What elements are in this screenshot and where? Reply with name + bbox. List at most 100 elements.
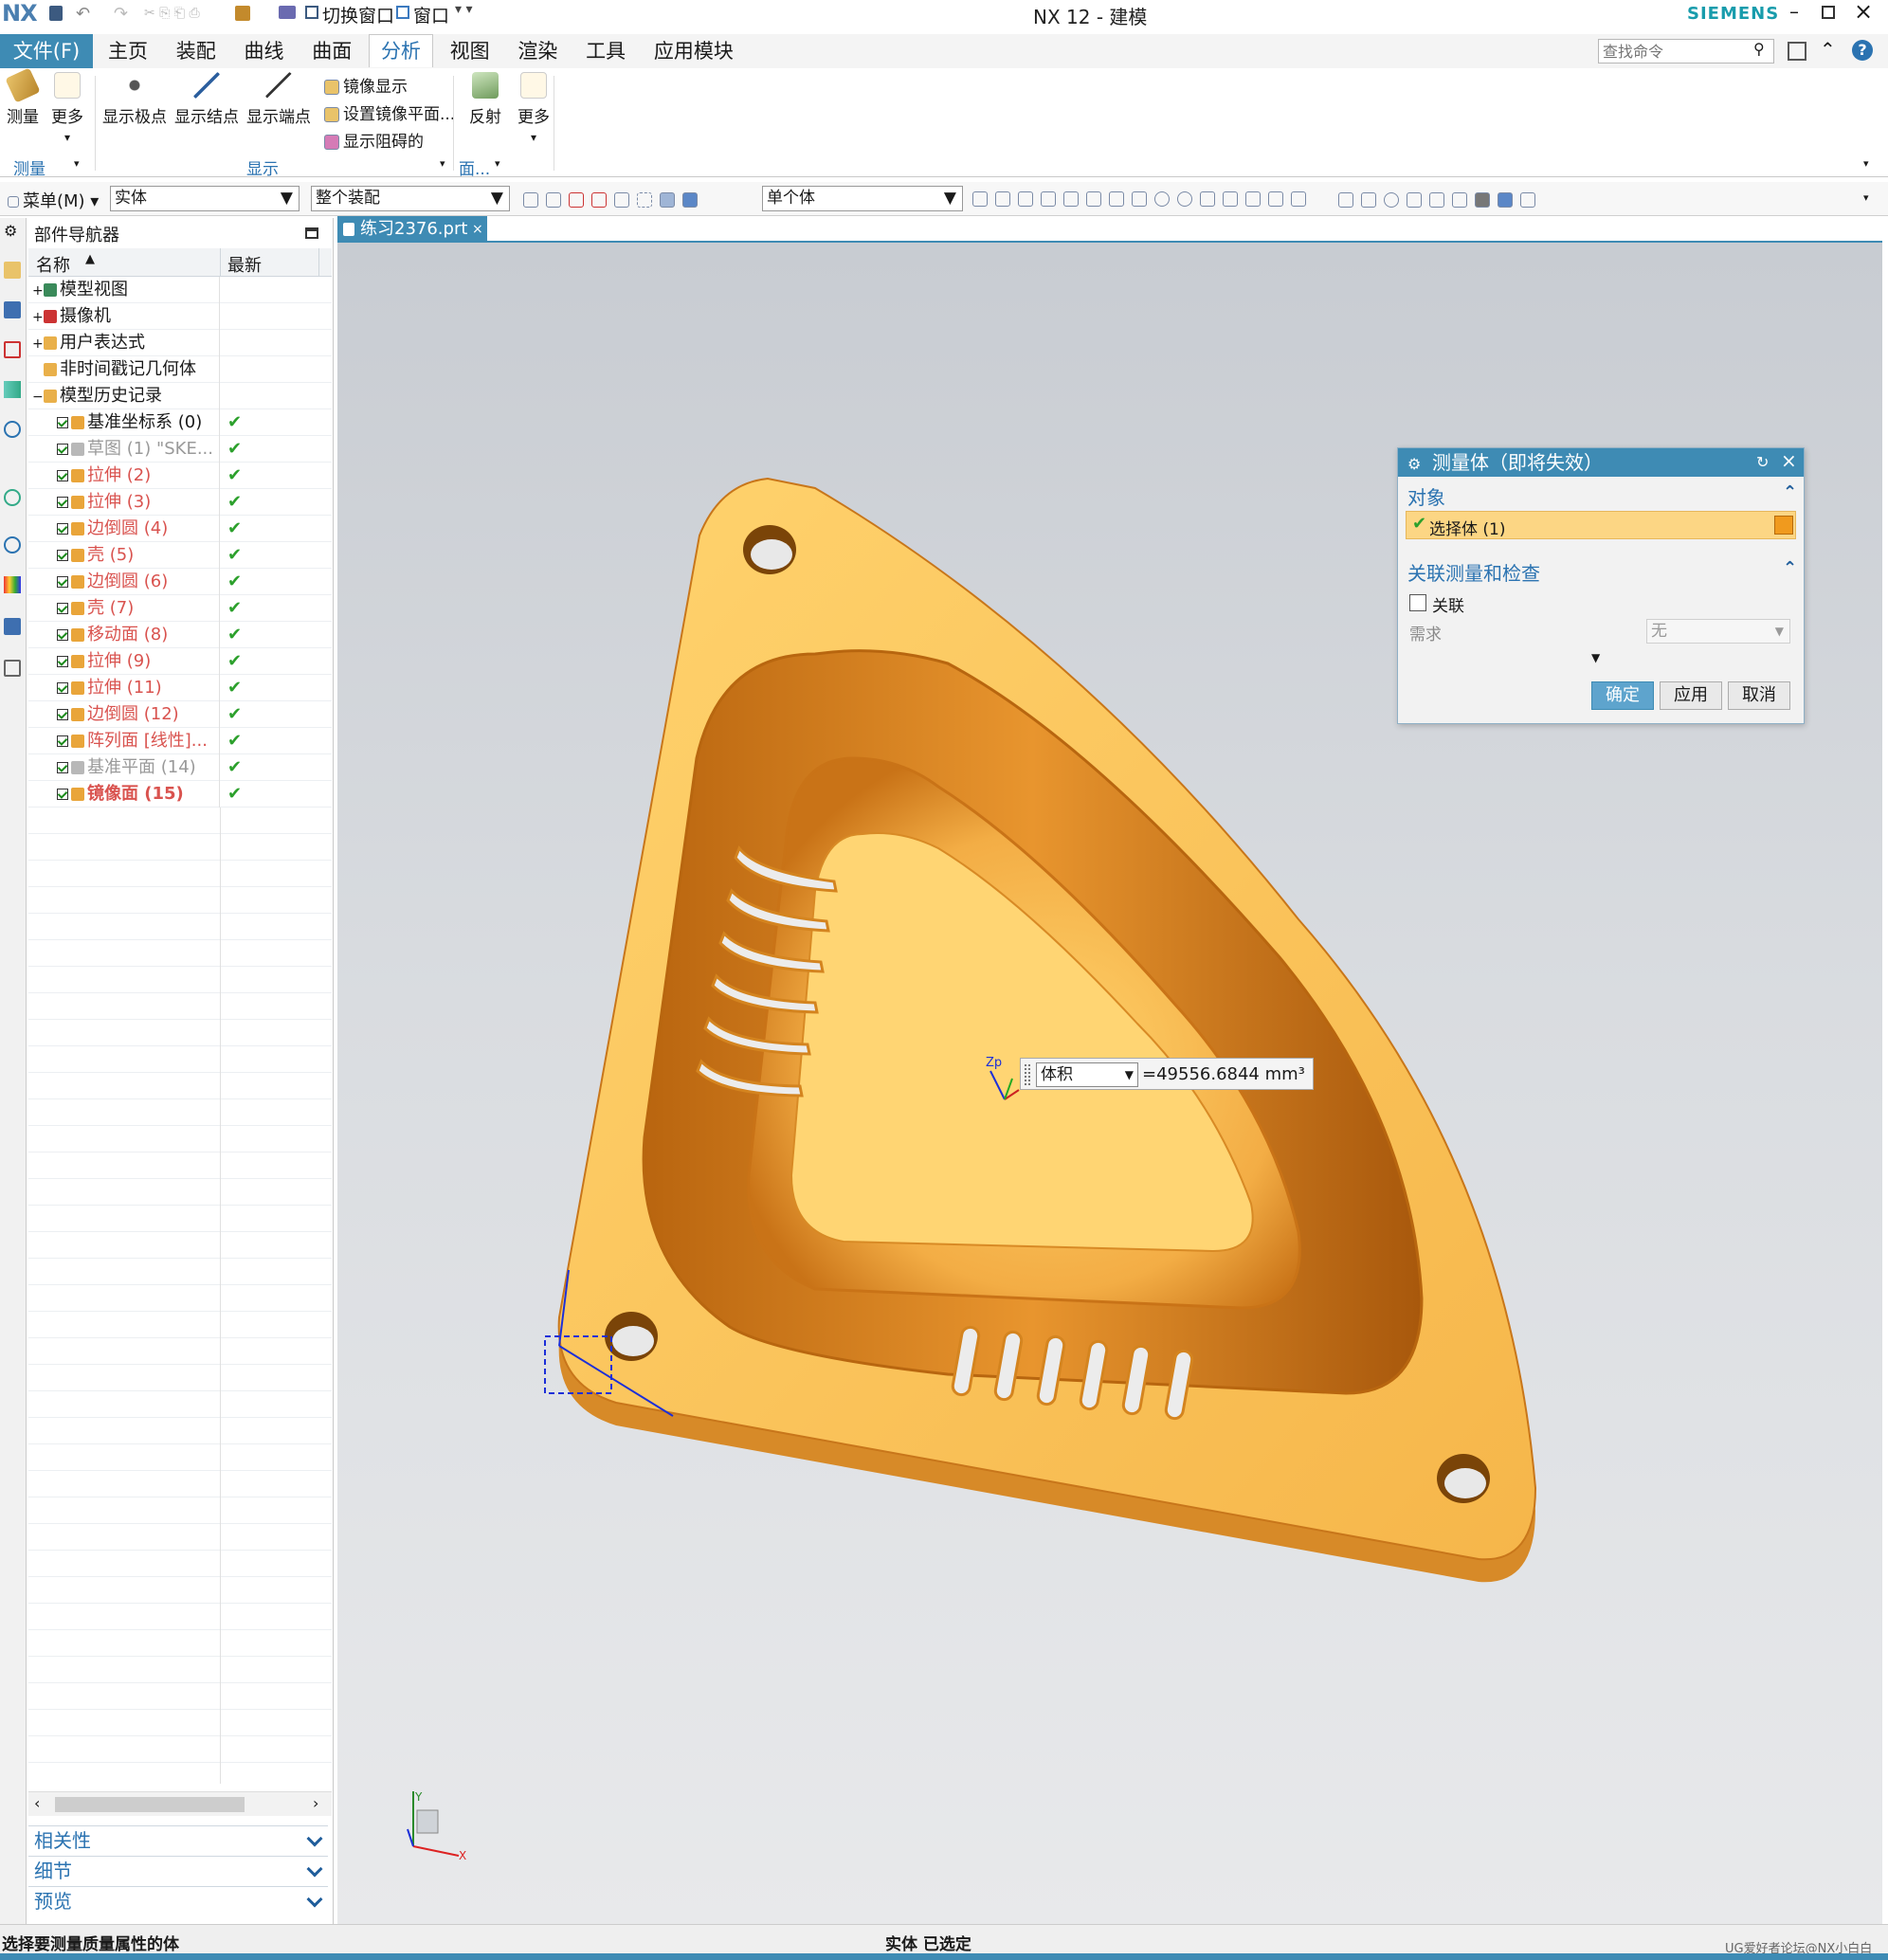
visibility-checkbox[interactable]: [57, 603, 68, 614]
cube-icon[interactable]: [660, 192, 675, 208]
view-icon[interactable]: [1429, 192, 1444, 208]
circle-snap-icon[interactable]: [1177, 191, 1192, 207]
drag-handle-icon[interactable]: [1025, 1064, 1030, 1085]
assembly-navigator-icon[interactable]: [4, 301, 21, 318]
print-icon[interactable]: [235, 6, 250, 21]
scrollbar-thumb[interactable]: [55, 1797, 245, 1812]
snap-icon[interactable]: [1245, 191, 1261, 207]
roles-icon[interactable]: [4, 618, 21, 635]
file-menu-button[interactable]: 文件(F): [0, 34, 93, 68]
snap-icon[interactable]: [1291, 191, 1306, 207]
assoc-checkbox[interactable]: [1409, 594, 1426, 611]
save-icon[interactable]: [49, 6, 63, 21]
tree-row[interactable]: + 模型视图: [28, 277, 332, 303]
chevron-down-icon[interactable]: ▾ ▾: [455, 2, 473, 17]
filter-icon[interactable]: [523, 192, 538, 208]
more-options-icon[interactable]: ▼: [1591, 651, 1600, 664]
gear-icon[interactable]: ⚙: [1407, 450, 1421, 479]
view-icon[interactable]: [1407, 192, 1422, 208]
snap-icon[interactable]: [1109, 191, 1124, 207]
tree-row[interactable]: 基准坐标系 (0) ✔: [28, 409, 332, 436]
set-mirror-plane-button[interactable]: 设置镜像平面...: [320, 101, 455, 129]
rotate-icon[interactable]: [1384, 192, 1399, 208]
tree-row[interactable]: 拉伸 (3) ✔: [28, 489, 332, 516]
visibility-checkbox[interactable]: [57, 550, 68, 561]
column-name[interactable]: 名称: [36, 252, 70, 277]
history-icon[interactable]: [4, 489, 21, 506]
group-expand-icon[interactable]: ▾: [495, 157, 500, 170]
show-knots-button[interactable]: 显示结点: [172, 72, 241, 127]
visibility-checkbox[interactable]: [57, 735, 68, 747]
help-icon[interactable]: ?: [1852, 40, 1873, 61]
snap-icon[interactable]: [1268, 191, 1283, 207]
cancel-button[interactable]: 取消: [1728, 681, 1790, 710]
snap-icon[interactable]: [1018, 191, 1033, 207]
filter-icon[interactable]: [546, 192, 561, 208]
visibility-checkbox[interactable]: [57, 523, 68, 535]
measure-button[interactable]: 测量: [4, 67, 42, 127]
tab-render[interactable]: 渲染: [506, 35, 569, 67]
show-poles-button[interactable]: 显示极点: [100, 72, 169, 127]
box-select-icon[interactable]: [637, 192, 652, 208]
palette-icon[interactable]: [4, 576, 21, 593]
tab-home[interactable]: 主页: [97, 35, 159, 67]
tree-row[interactable]: 移动面 (8) ✔: [28, 622, 332, 648]
visibility-checkbox[interactable]: [57, 470, 68, 481]
scroll-right-icon[interactable]: ›: [313, 1794, 318, 1812]
reset-icon[interactable]: ↻: [1756, 448, 1769, 477]
type-filter-select[interactable]: 实体 ▼: [110, 186, 300, 211]
cube-icon[interactable]: [1774, 516, 1793, 535]
touch-mode-icon[interactable]: [279, 6, 296, 19]
solid-icon[interactable]: [682, 192, 698, 208]
visibility-checkbox[interactable]: [57, 576, 68, 588]
ribbon-options-icon[interactable]: ▾: [1863, 157, 1869, 170]
visibility-checkbox[interactable]: [57, 497, 68, 508]
dialog-title-bar[interactable]: ⚙ 测量体（即将失效） ↻ ×: [1398, 448, 1804, 477]
graphics-window[interactable]: Zp Y X 体积 ▼ =49556.6844 mm³ ⚙ 测量体（即将失效） …: [337, 243, 1882, 1924]
more-face-button[interactable]: 更多 ▾: [512, 72, 555, 146]
show-blocked-button[interactable]: 显示阻碍的: [320, 129, 455, 156]
measure-type-select[interactable]: 体积 ▼: [1036, 1062, 1138, 1087]
reflection-button[interactable]: 反射: [461, 72, 510, 127]
group-expand-icon[interactable]: ▾: [74, 157, 80, 170]
mirror-display-button[interactable]: 镜像显示: [320, 74, 455, 101]
clock-icon[interactable]: [4, 536, 21, 554]
scroll-left-icon[interactable]: ‹: [34, 1794, 40, 1812]
tree-row[interactable]: 拉伸 (2) ✔: [28, 463, 332, 489]
close-icon[interactable]: ×: [1854, 0, 1873, 25]
toolbar-options-icon[interactable]: ▾: [1863, 191, 1869, 204]
tab-analysis[interactable]: 分析: [368, 34, 433, 67]
menu-button[interactable]: 菜单(M) ▾: [4, 188, 99, 212]
tree-row[interactable]: 基准平面 (14) ✔: [28, 754, 332, 781]
search-icon[interactable]: ⚲: [1753, 40, 1765, 58]
close-icon[interactable]: ×: [1781, 446, 1797, 475]
tree-row[interactable]: − 模型历史记录: [28, 383, 332, 409]
visibility-checkbox[interactable]: [57, 762, 68, 773]
show-ends-button[interactable]: 显示端点: [245, 72, 313, 127]
preview-panel[interactable]: 预览: [28, 1886, 328, 1915]
expand-toggle-icon[interactable]: +: [32, 331, 44, 356]
view-icon[interactable]: [1452, 192, 1467, 208]
snap-icon[interactable]: [1041, 191, 1056, 207]
cube-icon[interactable]: [1498, 192, 1513, 208]
tree-row[interactable]: 壳 (7) ✔: [28, 595, 332, 622]
apply-button[interactable]: 应用: [1660, 681, 1722, 710]
column-latest[interactable]: 最新: [227, 252, 262, 277]
tree-row[interactable]: 拉伸 (9) ✔: [28, 648, 332, 675]
collapse-section-icon[interactable]: ⌃: [1783, 482, 1797, 502]
tab-applications[interactable]: 应用模块: [643, 35, 745, 67]
scope-filter-select[interactable]: 整个装配 ▼: [311, 186, 510, 211]
full-screen-icon[interactable]: [1788, 42, 1806, 61]
visibility-checkbox[interactable]: [57, 682, 68, 694]
render-style-icon[interactable]: [1475, 192, 1490, 208]
reuse-library-icon[interactable]: [4, 381, 21, 398]
system-materials-icon[interactable]: [4, 660, 21, 677]
tree-row[interactable]: 镜像面 (15) ✔: [28, 781, 332, 808]
snap-icon[interactable]: [1086, 191, 1101, 207]
maximize-icon[interactable]: [1822, 6, 1835, 19]
command-search-input[interactable]: [1598, 39, 1774, 64]
dependencies-panel[interactable]: 相关性: [28, 1825, 328, 1854]
tree-row[interactable]: + 摄像机: [28, 303, 332, 330]
tree-row[interactable]: 边倒圆 (4) ✔: [28, 516, 332, 542]
view-icon[interactable]: [1520, 192, 1535, 208]
